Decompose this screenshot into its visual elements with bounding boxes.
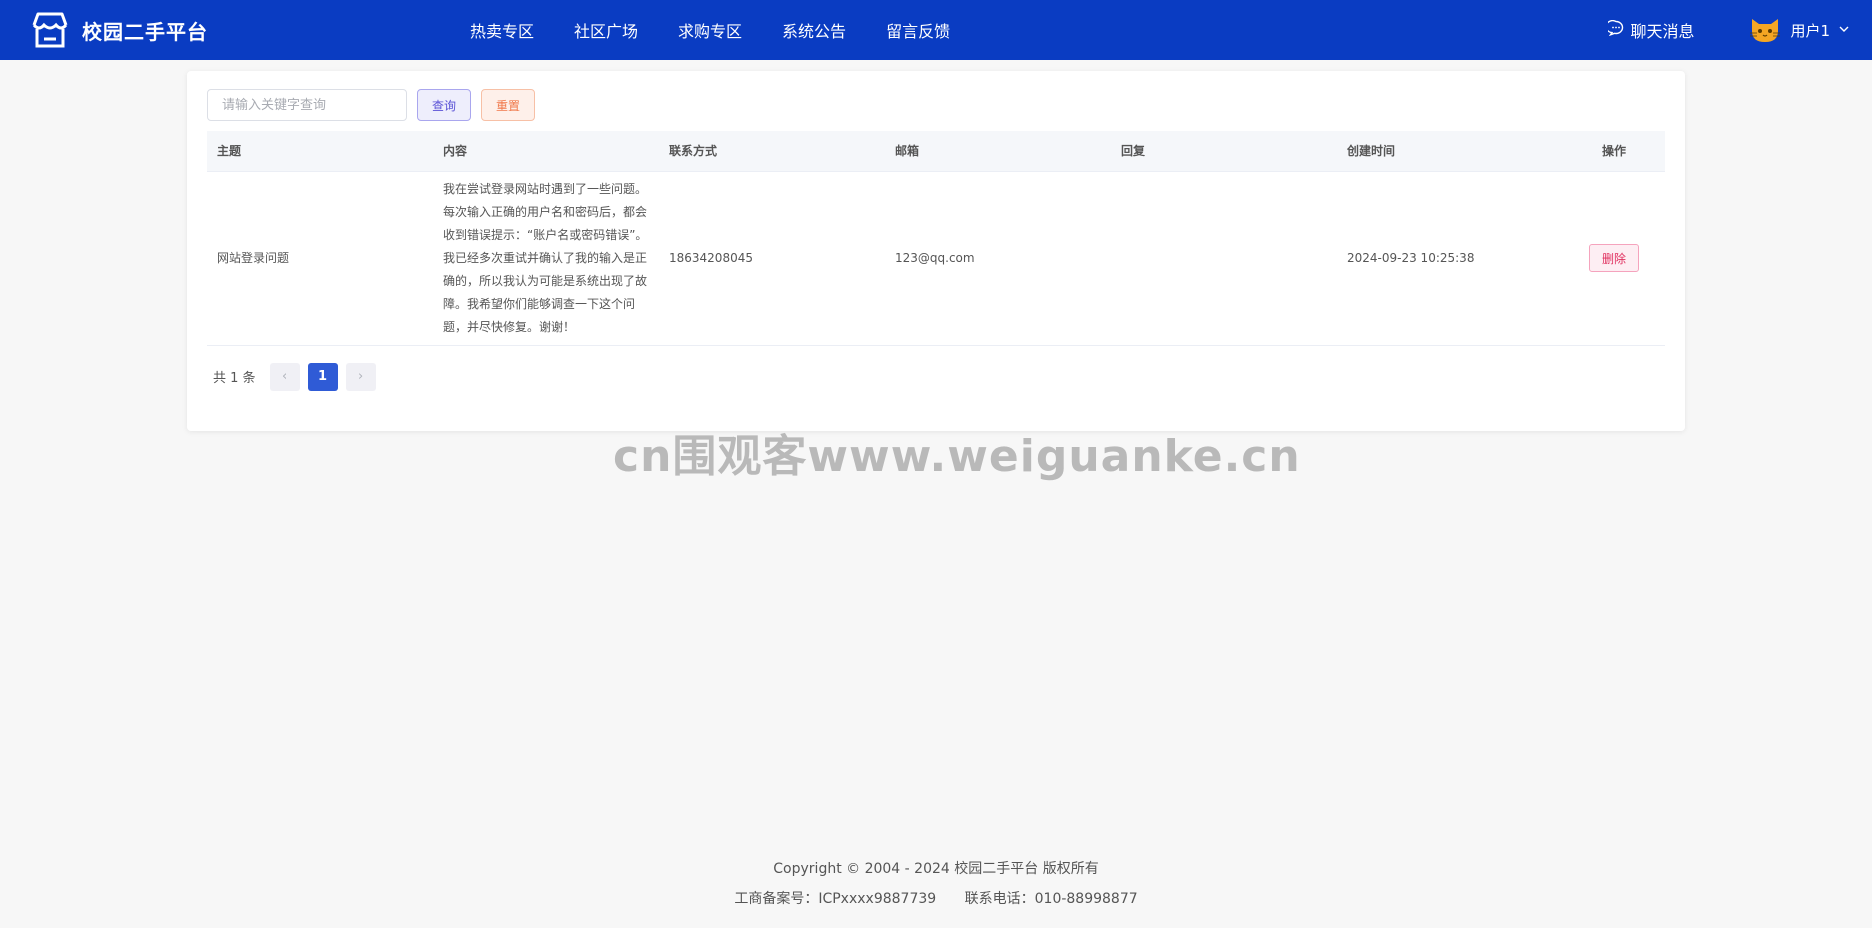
chat-bubble-icon xyxy=(1605,19,1624,40)
feedback-card: 查询 重置 主题 内容 联系方式 邮箱 回复 创建时间 操作 网站登录问题 我在… xyxy=(187,71,1685,431)
prev-page-button[interactable]: ‹ xyxy=(269,362,300,391)
delete-button[interactable]: 删除 xyxy=(1588,244,1639,272)
header-right: 聊天消息 用户1 xyxy=(1605,0,1850,60)
nav-hot-sale[interactable]: 热卖专区 xyxy=(470,18,534,42)
cell-subject: 网站登录问题 xyxy=(207,171,433,346)
cell-action: 删除 xyxy=(1563,171,1665,346)
total-count: 共 1 条 xyxy=(213,371,256,386)
footer-info: 工商备案号：ICPxxxx9887739 联系电话：010-88998877 xyxy=(0,884,1872,914)
shop-icon xyxy=(28,8,72,52)
cell-contact: 18634208045 xyxy=(659,171,885,346)
logo[interactable]: 校园二手平台 xyxy=(28,8,208,52)
nav-feedback[interactable]: 留言反馈 xyxy=(886,18,950,42)
chat-label: 聊天消息 xyxy=(1630,22,1695,41)
reset-button[interactable]: 重置 xyxy=(481,89,536,121)
chat-messages-link[interactable]: 聊天消息 xyxy=(1605,18,1695,42)
col-created: 创建时间 xyxy=(1337,131,1563,172)
cell-content: 我在尝试登录网站时遇到了一些问题。每次输入正确的用户名和密码后，都会收到错误提示… xyxy=(433,171,659,346)
footer: Copyright © 2004 - 2024 校园二手平台 版权所有 工商备案… xyxy=(0,854,1872,914)
table-row: 网站登录问题 我在尝试登录网站时遇到了一些问题。每次输入正确的用户名和密码后，都… xyxy=(207,171,1665,346)
col-reply: 回复 xyxy=(1111,131,1337,172)
col-contact: 联系方式 xyxy=(659,131,885,172)
watermark: cn围观客www.weiguanke.cn xyxy=(613,431,1301,482)
next-page-button[interactable]: › xyxy=(345,362,376,391)
table-header-row: 主题 内容 联系方式 邮箱 回复 创建时间 操作 xyxy=(207,131,1665,172)
footer-phone: 联系电话：010-88998877 xyxy=(964,891,1138,907)
footer-icp: 工商备案号：ICPxxxx9887739 xyxy=(734,891,937,907)
footer-copyright: Copyright © 2004 - 2024 校园二手平台 版权所有 xyxy=(773,861,1099,877)
logo-text: 校园二手平台 xyxy=(82,19,208,44)
cell-created: 2024-09-23 10:25:38 xyxy=(1337,171,1563,346)
cat-avatar-icon xyxy=(1748,15,1782,45)
cell-reply xyxy=(1111,171,1337,346)
col-action: 操作 xyxy=(1563,131,1665,172)
cell-email: 123@qq.com xyxy=(885,171,1111,346)
page-number-1[interactable]: 1 xyxy=(307,362,338,391)
nav-announcements[interactable]: 系统公告 xyxy=(782,18,846,42)
search-toolbar: 查询 重置 xyxy=(207,89,1665,121)
col-email: 邮箱 xyxy=(885,131,1111,172)
col-subject: 主题 xyxy=(207,131,433,172)
feedback-table: 主题 内容 联系方式 邮箱 回复 创建时间 操作 网站登录问题 我在尝试登录网站… xyxy=(207,131,1665,346)
user-name: 用户1 xyxy=(1790,21,1830,40)
top-header: 校园二手平台 热卖专区 社区广场 求购专区 系统公告 留言反馈 聊天消息 用户1 xyxy=(0,0,1872,60)
search-input[interactable] xyxy=(207,89,407,121)
pagination: 共 1 条 ‹ 1 › xyxy=(207,362,1665,391)
query-button[interactable]: 查询 xyxy=(417,89,472,121)
main-nav: 热卖专区 社区广场 求购专区 系统公告 留言反馈 xyxy=(470,0,950,60)
col-content: 内容 xyxy=(433,131,659,172)
chevron-down-icon xyxy=(1838,21,1850,39)
user-menu[interactable]: 用户1 xyxy=(1748,15,1850,45)
nav-wanted[interactable]: 求购专区 xyxy=(678,18,742,42)
nav-community[interactable]: 社区广场 xyxy=(574,18,638,42)
